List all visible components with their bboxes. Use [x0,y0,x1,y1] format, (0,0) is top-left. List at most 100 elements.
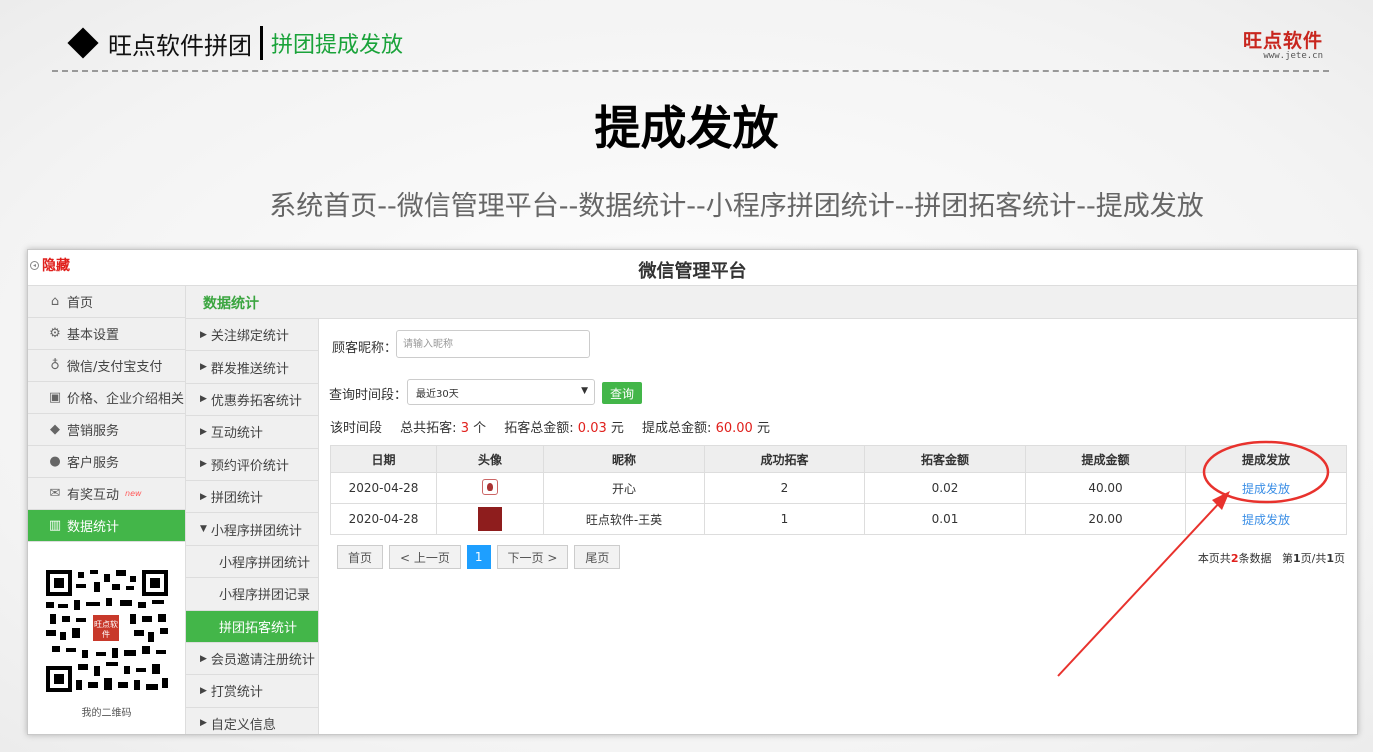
sidebar-item-marketing[interactable]: ◆ 营销服务 [28,414,185,446]
column-header: 昵称 [543,445,705,473]
commission-total-label: 提成总金额: [642,421,712,436]
subnav-item-group-stats[interactable]: ▶ 拼团统计 [186,481,318,514]
subnav-item-label: 拼团拓客统计 [219,620,298,636]
column-header: 提成发放 [1185,445,1347,473]
subnav-item-mini-group-records[interactable]: 小程序拼团记录 [186,578,318,611]
caret-right-icon: ▶ [200,491,207,502]
pagination: 首页 < 上一页 1 下一页 > 尾页 [337,545,621,569]
pagination-info: 本页共2条数据 第1页/共1页 [1198,550,1345,566]
pagination-info-text: 页/共 [1300,552,1327,565]
nickname-input[interactable] [396,330,590,358]
pagination-total-pages: 1 [1326,552,1334,565]
cell-amount: 0.01 [864,503,1026,535]
sidebar-item-label: 首页 [67,296,94,311]
table-header-row: 日期 头像 昵称 成功拓客 拓客金额 提成金额 提成发放 [330,445,1347,473]
cell-date: 2020-04-28 [330,472,437,504]
sidebar-item-label: 营销服务 [67,424,120,439]
commission-table: 日期 头像 昵称 成功拓客 拓客金额 提成金额 提成发放 2020-04-28 … [330,445,1347,535]
subnav-item-custom-info[interactable]: ▶ 自定义信息 [186,708,318,734]
subnav-item-label: 小程序拼团统计 [219,555,311,571]
pagination-info-text: 本页共 [1197,552,1231,565]
sidebar-item-payment[interactable]: ♁ 微信/支付宝支付 [28,350,185,382]
commission-total-value: 60.00 [715,421,753,436]
caret-right-icon: ▶ [200,685,207,696]
query-button[interactable]: 查询 [602,382,642,404]
commission-total-unit: 元 [756,421,770,436]
cell-commission: 20.00 [1025,503,1186,535]
subnav-item-label: 打赏统计 [210,685,263,701]
caret-down-icon: ▼ [200,524,207,535]
subnav-item-label: 拼团统计 [210,491,263,507]
avatar [478,507,502,531]
subnav-item-coupon-stats[interactable]: ▶ 优惠券拓客统计 [186,384,318,417]
cell-avatar [436,472,544,504]
prev-page-button[interactable]: < 上一页 [389,545,461,569]
current-page-button[interactable]: 1 [466,545,491,569]
subnav-item-group-customer-stats[interactable]: 拼团拓客统计 [186,610,318,643]
cell-nickname: 开心 [543,472,705,504]
sidebar-item-home[interactable]: ⌂ 首页 [28,286,185,318]
slide-header: 旺点软件拼团 拼团提成发放 [67,26,403,60]
pagination-info-text: 第 [1281,552,1293,565]
first-page-button[interactable]: 首页 [337,545,384,569]
cell-nickname: 旺点软件-王英 [543,503,705,535]
caret-right-icon: ▶ [200,718,207,729]
sidebar-item-settings[interactable]: ⚙ 基本设置 [28,318,185,350]
sidebar-item-label: 客户服务 [67,456,120,471]
subnav-item-mini-group-stats[interactable]: ▼ 小程序拼团统计 [186,513,318,546]
gear-icon: ⚙ [49,326,61,341]
cell-amount: 0.02 [864,472,1026,504]
sidebar-item-statistics[interactable]: ▥ 数据统计 [28,510,185,542]
caret-right-icon: ▶ [200,329,207,340]
sidebar-item-label: 微信/支付宝支付 [67,360,163,375]
cell-success: 1 [704,503,865,535]
subnav-item-interaction-stats[interactable]: ▶ 互动统计 [186,416,318,449]
cell-commission: 40.00 [1025,472,1186,504]
money-bag-icon: ♁ [50,358,60,373]
sidebar-item-pricing[interactable]: ▣ 价格、企业介绍相关 [28,382,185,414]
diamond-icon [67,27,99,59]
section-header: 数据统计 [185,286,1357,319]
pagination-page: 1 [1292,552,1301,565]
subnav-item-label: 小程序拼团统计 [210,523,302,539]
sidebar-item-customer-service[interactable]: ● 客户服务 [28,446,185,478]
last-page-button[interactable]: 尾页 [574,545,621,569]
subnav-item-label: 关注绑定统计 [210,329,289,345]
document-icon: ▣ [48,390,62,405]
caret-right-icon: ▶ [200,394,207,405]
subnav-item-label: 小程序拼团记录 [219,588,311,604]
brand-name: 旺点软件 [1242,30,1323,52]
sidebar-item-interaction[interactable]: ✉ 有奖互动 new [28,478,185,510]
main-content: 顾客昵称： 查询时间段： 最近30天 ▼ 查询 该时间段 总共拓客: 3 个 拓… [319,319,1357,734]
qr-code: 旺点软件 [46,570,168,692]
subnav-item-invite-stats[interactable]: ▶ 会员邀请注册统计 [186,643,318,676]
user-icon: ● [49,454,61,469]
period-select[interactable]: 最近30天 ▼ [407,379,595,405]
home-icon: ⌂ [50,294,60,309]
page-title: 提成发放 [594,101,779,155]
total-amount-value: 0.03 [577,421,607,436]
header-divider [260,26,263,60]
total-amount-label: 拓客总金额: [504,421,574,436]
cell-success: 2 [704,472,865,504]
sidebar-item-label: 基本设置 [67,328,120,343]
summary-period-label: 该时间段 [330,421,383,436]
breadcrumb: 系统首页--微信管理平台--数据统计--小程序拼团统计--拼团拓客统计--提成发… [269,191,1204,222]
chevron-down-icon: ▼ [581,386,588,396]
column-header: 成功拓客 [704,445,865,473]
section-title: 数据统计 [203,296,259,312]
pagination-info-text: 页 [1334,552,1345,565]
period-select-value: 最近30天 [416,388,459,400]
caret-right-icon: ▶ [200,426,207,437]
subnav-item-booking-stats[interactable]: ▶ 预约评价统计 [186,449,318,481]
caret-right-icon: ▶ [200,653,207,664]
subnav-item-mini-group-stats-child[interactable]: 小程序拼团统计 [186,546,318,579]
commission-payout-link[interactable]: 提成发放 [1185,503,1347,535]
subnav-item-reward-stats[interactable]: ▶ 打赏统计 [186,675,318,708]
subnav-item-follow-stats[interactable]: ▶ 关注绑定统计 [186,319,318,352]
subnav-item-label: 互动统计 [210,426,263,442]
commission-payout-link[interactable]: 提成发放 [1185,472,1347,504]
next-page-button[interactable]: 下一页 > [496,545,569,569]
total-customers-unit: 个 [473,421,487,436]
subnav-item-push-stats[interactable]: ▶ 群发推送统计 [186,351,318,384]
